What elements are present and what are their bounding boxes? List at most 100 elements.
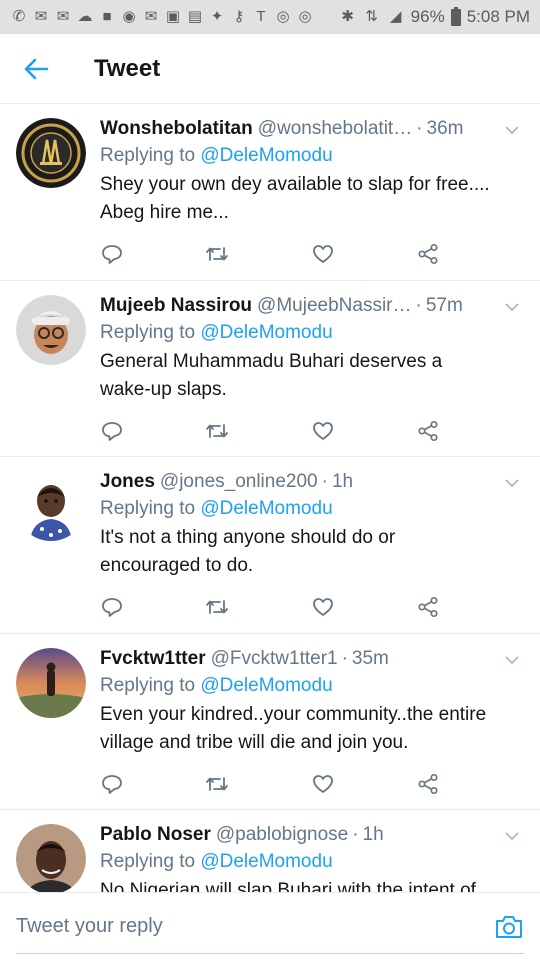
avatar[interactable] xyxy=(16,471,86,541)
reply-input[interactable] xyxy=(16,906,494,947)
data-icon: ⇅ xyxy=(365,8,378,25)
tweet-text-line: Even your kindred..your community..the e… xyxy=(100,704,487,725)
tweet[interactable]: Jones @jones_online200 · 1h Replying to … xyxy=(0,457,540,634)
reply-context: Replying to @DeleMomodu xyxy=(100,672,520,700)
author-handle[interactable]: @jones_online200 xyxy=(160,469,318,495)
share-button[interactable] xyxy=(416,772,440,796)
instagram-icon: ◎ xyxy=(298,8,312,25)
sunset-photo-avatar-image xyxy=(16,648,86,718)
share-button[interactable] xyxy=(416,419,440,443)
mention-link[interactable]: @DeleMomodu xyxy=(200,322,332,343)
tweet-time: 36m xyxy=(426,118,464,139)
mail-icon: ✉ xyxy=(34,8,48,25)
author-handle[interactable]: @pablobignose xyxy=(216,822,348,848)
mention-link[interactable]: @DeleMomodu xyxy=(200,145,332,166)
mail-icon: ✉ xyxy=(56,8,70,25)
reply-button[interactable] xyxy=(100,772,124,796)
reply-icon xyxy=(102,422,122,441)
like-button[interactable] xyxy=(311,595,335,619)
share-button[interactable] xyxy=(416,595,440,619)
reply-button[interactable] xyxy=(100,242,124,266)
camera-icon[interactable] xyxy=(494,912,524,942)
chevron-down-icon[interactable] xyxy=(502,826,522,846)
avatar[interactable] xyxy=(16,824,86,892)
tweet-actions xyxy=(100,227,440,281)
reply-context: Replying to @DeleMomodu xyxy=(100,319,520,347)
twitter-icon: ✦ xyxy=(210,8,224,25)
page-title: Tweet xyxy=(94,54,161,82)
like-button[interactable] xyxy=(311,772,335,796)
separator-dot: · xyxy=(416,118,423,139)
separator-dot: · xyxy=(415,295,422,316)
tweet[interactable]: Mujeeb Nassirou @MujeebNassir… · 57m Rep… xyxy=(0,281,540,457)
chevron-down-icon[interactable] xyxy=(502,120,522,140)
like-button[interactable] xyxy=(311,419,335,443)
author-name[interactable]: Wonshebolatitan xyxy=(100,116,253,142)
heart-icon xyxy=(312,598,333,616)
retweet-button[interactable] xyxy=(205,242,229,266)
author-name[interactable]: Pablo Noser xyxy=(100,822,211,848)
tweet[interactable]: Pablo Noser @pablobignose · 1h Replying … xyxy=(0,810,540,892)
separator-dot: · xyxy=(321,471,328,492)
mail-icon: ✉ xyxy=(144,8,158,25)
mention-link[interactable]: @DeleMomodu xyxy=(200,498,332,519)
memoji-avatar-image xyxy=(16,295,86,365)
reply-prefix: Replying to xyxy=(100,675,196,696)
tweet-text-line: village and tribe will die and join you. xyxy=(100,732,409,753)
separator-dot: · xyxy=(352,824,359,845)
tweet-actions xyxy=(100,404,440,458)
tweet-text-line: encouraged to do. xyxy=(100,555,254,576)
t-icon: T xyxy=(256,8,266,25)
chevron-down-icon[interactable] xyxy=(502,473,522,493)
author-name[interactable]: Jones xyxy=(100,469,155,495)
author-name[interactable]: Fvcktw1tter xyxy=(100,646,206,672)
reply-feed[interactable]: Wonshebolatitan @wonshebolatit… · 36m Re… xyxy=(0,104,540,892)
reply-icon xyxy=(102,245,122,264)
author-handle[interactable]: @wonshebolatit… xyxy=(258,116,412,142)
signal-icon: ◢ xyxy=(389,8,402,25)
battery-percent: 96% xyxy=(410,7,445,26)
retweet-button[interactable] xyxy=(205,419,229,443)
share-icon xyxy=(418,243,438,265)
tweet[interactable]: Fvcktw1tter @Fvcktw1tter1 · 35m Replying… xyxy=(0,634,540,810)
author-handle[interactable]: @Fvcktw1tter1 xyxy=(211,646,338,672)
share-icon xyxy=(418,420,438,442)
tweet-text: General Muhammadu Buhari deserves a wake… xyxy=(100,348,520,404)
phone-icon: ✆ xyxy=(12,8,26,25)
author-handle[interactable]: @MujeebNassir… xyxy=(257,293,411,319)
retweet-icon xyxy=(206,247,229,261)
share-button[interactable] xyxy=(416,242,440,266)
mention-link[interactable]: @DeleMomodu xyxy=(200,851,332,872)
like-button[interactable] xyxy=(311,242,335,266)
avatar[interactable] xyxy=(16,648,86,718)
tweet-time: 35m xyxy=(351,648,389,669)
retweet-button[interactable] xyxy=(205,772,229,796)
tweet-time: 1h xyxy=(362,824,384,845)
tweet-text: No Nigerian will slap Buhari with the in… xyxy=(100,877,520,892)
tweet-text-line: General Muhammadu Buhari deserves a xyxy=(100,351,443,372)
input-underline xyxy=(16,953,524,954)
reply-button[interactable] xyxy=(100,419,124,443)
avatar[interactable] xyxy=(16,118,86,188)
author-name[interactable]: Mujeeb Nassirou xyxy=(100,293,252,319)
tweet[interactable]: Wonshebolatitan @wonshebolatit… · 36m Re… xyxy=(0,104,540,281)
cloud-icon: ☁ xyxy=(77,8,93,25)
reply-icon xyxy=(102,775,122,794)
reply-button[interactable] xyxy=(100,595,124,619)
retweet-button[interactable] xyxy=(205,595,229,619)
bluetooth-icon: ✱ xyxy=(341,8,354,25)
tweet-text-line: No Nigerian will slap Buhari with the in… xyxy=(100,880,476,892)
tweet-text-line: wake-up slaps. xyxy=(100,379,227,400)
back-button[interactable] xyxy=(0,34,72,104)
share-icon xyxy=(418,773,438,795)
heart-icon xyxy=(312,775,333,793)
tweet-text: Even your kindred..your community..the e… xyxy=(100,701,520,757)
tweet-text: It's not a thing anyone should do or enc… xyxy=(100,524,520,580)
mention-link[interactable]: @DeleMomodu xyxy=(200,675,332,696)
chevron-down-icon[interactable] xyxy=(502,650,522,670)
chat-icon: ■ xyxy=(102,8,112,25)
avatar[interactable] xyxy=(16,295,86,365)
heart-icon xyxy=(312,422,333,440)
chevron-down-icon[interactable] xyxy=(502,297,522,317)
child-photo-avatar-image xyxy=(16,471,86,541)
